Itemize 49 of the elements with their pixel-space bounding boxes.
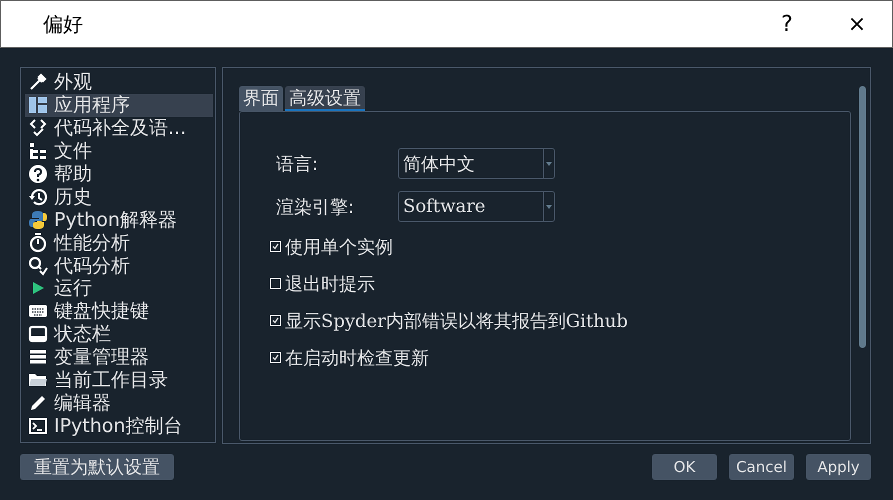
dropdown-arrow-icon <box>546 162 552 166</box>
sidebar-item[interactable]: 性能分析 <box>25 231 213 254</box>
python-icon <box>28 210 48 230</box>
help-button[interactable]: ? <box>752 12 822 36</box>
magnifier-check-icon <box>28 256 48 276</box>
layout-icon <box>28 95 48 116</box>
dialog-button[interactable]: Cancel <box>729 454 794 480</box>
code-check-icon <box>28 118 48 138</box>
tab[interactable]: 高级设置 <box>285 86 365 111</box>
sidebar-item[interactable]: 变量管理器 <box>25 346 213 369</box>
dropdown[interactable]: Software <box>398 191 555 222</box>
sidebar-item[interactable]: 历史 <box>25 185 213 208</box>
sidebar-item[interactable]: 运行 <box>25 277 213 300</box>
reset-button[interactable]: 重置为默认设置 <box>20 454 174 480</box>
window-title: 偏好 <box>43 10 84 38</box>
checkbox-label: 显示Spyder内部错误以将其报告到Github <box>285 310 628 332</box>
stopwatch-icon <box>28 232 48 253</box>
checkbox-label: 使用单个实例 <box>285 236 393 258</box>
sidebar-item[interactable]: 外观 <box>25 71 213 94</box>
checkbox[interactable] <box>270 352 281 363</box>
sidebar-item[interactable]: 文件 <box>25 140 213 163</box>
sidebar-item[interactable]: 状态栏 <box>25 322 213 346</box>
dialog-button[interactable]: OK <box>652 454 717 480</box>
status-bar-icon <box>28 324 48 344</box>
checkbox[interactable] <box>270 278 281 289</box>
checkbox[interactable] <box>270 315 281 326</box>
field-label: 渲染引擎: <box>276 196 356 218</box>
dropdown-arrow-icon <box>546 204 552 208</box>
checkbox[interactable] <box>270 241 281 252</box>
dialog-button[interactable]: Apply <box>806 454 871 480</box>
history-icon <box>28 186 48 207</box>
file-tree-icon <box>28 141 48 162</box>
help-icon <box>28 164 48 184</box>
sidebar-item[interactable]: IPython控制台 <box>25 414 213 438</box>
field-label: 语言: <box>276 152 320 176</box>
sidebar-item[interactable]: 代码补全及语... <box>25 116 213 140</box>
terminal-icon <box>28 416 48 436</box>
sidebar-item[interactable]: 当前工作目录 <box>25 368 213 392</box>
sidebar-item[interactable]: 键盘快捷键 <box>25 300 213 323</box>
sidebar-item[interactable]: 代码分析 <box>25 254 213 278</box>
checkbox-label: 在启动时检查更新 <box>285 346 429 370</box>
sidebar-item[interactable]: 帮助 <box>25 162 213 186</box>
sidebar-item[interactable]: Python解释器 <box>25 208 213 232</box>
tab[interactable]: 界面 <box>239 86 283 111</box>
sidebar-item[interactable]: 编辑器 <box>25 391 213 414</box>
sidebar-item[interactable]: 应用程序 <box>25 94 213 117</box>
checkbox-label: 退出时提示 <box>285 272 375 296</box>
dropdown[interactable]: 简体中文 <box>398 148 555 179</box>
close-button[interactable]: × <box>822 12 892 36</box>
